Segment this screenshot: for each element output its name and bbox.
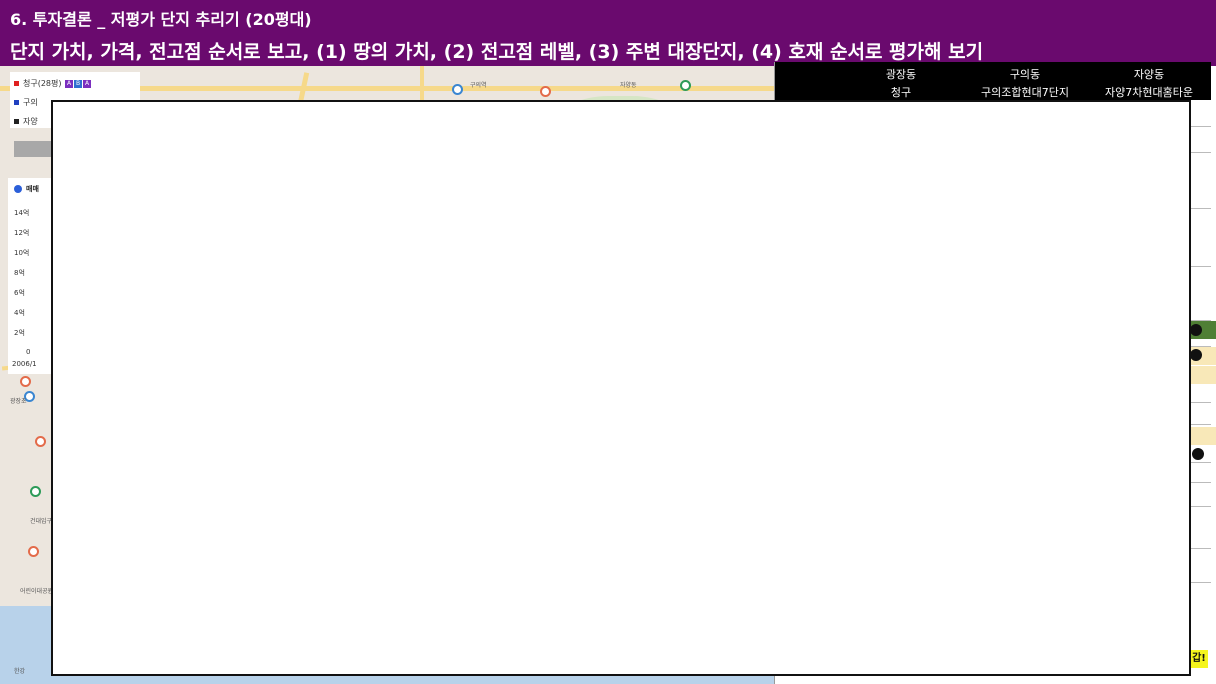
overlay-panel[interactable] (51, 100, 1191, 676)
y-tick-label: 4억 (14, 309, 25, 317)
badge-a: A (65, 79, 74, 88)
column-complex: 청구 (890, 86, 912, 99)
map-label: 자양동 (620, 82, 637, 89)
highlight-cell (1190, 366, 1216, 384)
slide-title: 6. 투자결론 _ 저평가 단지 추리기 (20평대) (10, 10, 312, 29)
map-label: 한강 (14, 668, 26, 675)
legend-item: 청구(28평) ABA (14, 78, 92, 89)
column-complex: 자양7차현대홈타운 (1105, 86, 1193, 99)
legend-swatch (14, 119, 19, 124)
y-tick-label: 12억 (14, 229, 30, 237)
rating-dot (1190, 349, 1202, 361)
column-complex: 구의조합현대7단지 (981, 86, 1069, 99)
badge-b: B (74, 79, 83, 88)
column-dong: 광장동 (885, 68, 917, 81)
trade-radio[interactable] (14, 185, 22, 193)
y-tick-label: 6억 (14, 289, 25, 297)
legend-item: 자양 (14, 116, 38, 127)
map-label: 구의역 (470, 82, 487, 89)
rating-dot (1190, 324, 1202, 336)
x-tick-label: 2006/1 (12, 360, 37, 368)
slide-header: 6. 투자결론 _ 저평가 단지 추리기 (20평대) 단지 가치, 가격, 전… (0, 0, 1216, 66)
price-chart-fragment: 매매 14억 12억 10억 8억 6억 4억 2억 0 2006/1 (8, 178, 54, 374)
column-dong: 구의동 (1009, 68, 1041, 81)
trade-radio-label: 매매 (26, 185, 39, 193)
map-label: 건대입구 (30, 518, 53, 525)
y-tick-label: 14억 (14, 209, 30, 217)
y-tick-label: 0 (26, 348, 31, 356)
legend-item: 구의 (14, 97, 38, 108)
highlight-tag: 갑! (1190, 650, 1208, 668)
y-tick-label: 8억 (14, 269, 25, 277)
y-tick-label: 2억 (14, 329, 25, 337)
map-label: 어린이대공원 (20, 588, 54, 595)
rating-dot (1192, 448, 1204, 460)
legend-swatch (14, 100, 19, 105)
table-header: 광장동 청구 구의동 구의조합현대7단지 자양동 자양7차현대홈타운 (775, 62, 1211, 100)
highlight-cell (1190, 427, 1216, 445)
slide-subtitle: 단지 가치, 가격, 전고점 순서로 보고, (1) 땅의 가치, (2) 전고… (10, 41, 984, 63)
y-tick-label: 10억 (14, 249, 30, 257)
map-label: 광장초 (10, 398, 27, 405)
badge-a: A (83, 79, 92, 88)
legend-swatch (14, 81, 19, 86)
column-dong: 자양동 (1133, 68, 1165, 81)
